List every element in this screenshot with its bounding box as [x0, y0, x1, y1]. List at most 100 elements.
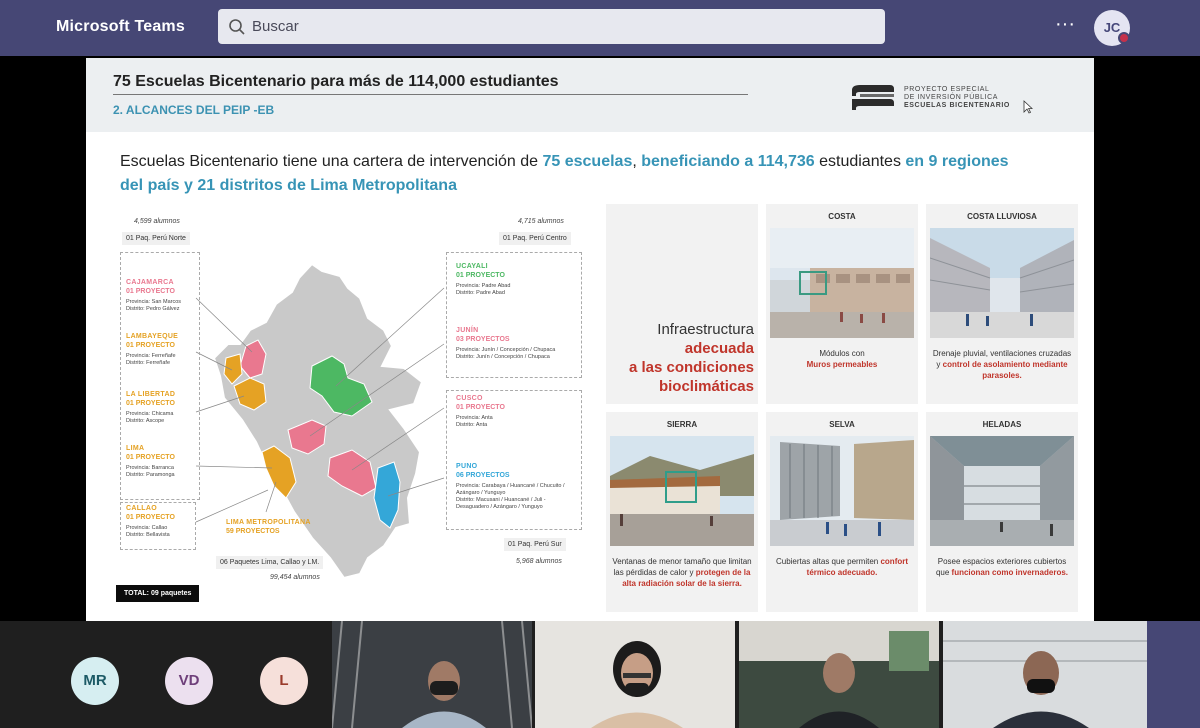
climate-cell-costa: COSTA Módulos con Muros permeables [766, 204, 918, 404]
school-photo-sierra [610, 436, 754, 546]
region-name: CUSCO [456, 395, 483, 402]
region-province: Provincia: Anta [456, 415, 493, 421]
region-district: Distrito: Anta [456, 422, 488, 428]
slide-title: 75 Escuelas Bicentenario para más de 114… [113, 73, 559, 90]
region-info-cajamarca: CAJAMARCA 01 PROYECTO Provincia: San Mar… [126, 278, 181, 313]
climate-grid: Infraestructura adecuada a las condicion… [606, 204, 1078, 614]
region-province: Provincia: Callao [126, 525, 168, 531]
logo-line: DE INVERSIÓN PÚBLICA [904, 94, 999, 101]
caption-text: Módulos con [819, 349, 865, 358]
climate-title: SELVA [829, 420, 855, 429]
region-projects: 01 PROYECTO [126, 514, 175, 521]
participant-avatar[interactable]: MR [71, 657, 119, 705]
region-province: Provincia: Padre Abad [456, 283, 511, 289]
app-title: Microsoft Teams [56, 18, 185, 35]
presentation-slide: 75 Escuelas Bicentenario para más de 114… [86, 58, 1094, 621]
participant-avatar[interactable]: VD [165, 657, 213, 705]
lead-text: Escuelas Bicentenario tiene una cartera … [120, 153, 543, 170]
participant-initials: L [279, 672, 289, 689]
region-district: Distrito: Padre Abad [456, 290, 505, 296]
participant-video-tile[interactable] [535, 621, 735, 728]
climate-title: HELADAS [982, 420, 1022, 429]
side-panel-edge [1147, 621, 1200, 728]
search-box[interactable] [218, 9, 885, 44]
region-district: Distrito: Macusani / Huancané / Juli - D… [456, 497, 546, 510]
participant-video-tile[interactable] [739, 621, 939, 728]
region-name: JUNÍN [456, 327, 479, 334]
connector-line [195, 297, 253, 353]
infrastructure-cell: Infraestructura adecuada a las condicion… [606, 204, 758, 404]
connector-line [195, 465, 273, 469]
region-info-ucayali: UCAYALI 01 PROYECTO Provincia: Padre Aba… [456, 262, 510, 297]
participant-video-tile[interactable] [943, 621, 1147, 728]
region-projects: 01 PROYECTO [126, 400, 175, 407]
shared-content-stage: 75 Escuelas Bicentenario para más de 114… [0, 56, 1200, 621]
region-info-callao: CALLAO 01 PROYECTO Provincia: Callao Dis… [126, 504, 175, 539]
slide-header: 75 Escuelas Bicentenario para más de 114… [86, 58, 1094, 132]
info-line: bioclimáticas [658, 378, 754, 395]
info-line: adecuada [684, 340, 754, 357]
slide-subtitle: 2. ALCANCES DEL PEIP -EB [113, 103, 275, 117]
climate-title: SIERRA [666, 420, 698, 429]
region-province: Provincia: Junín / Concepción / Chupaca [456, 347, 556, 353]
caption-highlight: Muros permeables [806, 360, 878, 369]
slide-lead-text: Escuelas Bicentenario tiene una cartera … [120, 150, 1030, 198]
participant-video-tile[interactable] [332, 621, 532, 728]
participant-avatar[interactable]: L [260, 657, 308, 705]
region-district: Distrito: Junín / Concepción / Chupaca [456, 354, 550, 360]
participant-initials: MR [83, 672, 107, 689]
climate-caption: Posee espacios exteriores cubiertos que … [932, 556, 1072, 578]
region-name: PUNO [456, 463, 478, 470]
search-icon [229, 19, 245, 35]
climate-caption: Módulos con Muros permeables [772, 348, 912, 370]
lead-highlight: 75 escuelas [542, 153, 633, 170]
region-name: UCAYALI [456, 263, 488, 270]
region-district: Distrito: Bellavista [126, 532, 170, 538]
school-photo-costa [770, 228, 914, 338]
region-province: Provincia: Ferreñafe [126, 353, 176, 359]
package-alumnos: 4,715 alumnos [518, 218, 564, 225]
climate-caption: Cubiertas altas que permiten confort tér… [772, 556, 912, 578]
package-alumnos: 4,599 alumnos [134, 218, 180, 225]
caption-text: Cubiertas altas que permiten [775, 557, 881, 566]
package-alumnos: 99,454 alumnos [270, 574, 320, 581]
caption-highlight: control de asolamiento mediante parasole… [942, 360, 1068, 380]
region-info-la-libertad: LA LIBERTAD 01 PROYECTO Provincia: Chica… [126, 390, 175, 425]
climate-cell-costa-lluviosa: COSTA LLUVIOSA Drenaje pluvial, ventilac… [926, 204, 1078, 404]
package-label: 01 Paq. Perú Sur [504, 538, 566, 551]
region-name: LIMA [126, 445, 145, 452]
climate-cell-selva: SELVA Cubiertas altas que permiten confo… [766, 412, 918, 612]
participant-initials: VD [178, 672, 200, 689]
region-info-cusco: CUSCO 01 PROYECTO Provincia: Anta Distri… [456, 394, 505, 429]
region-projects: 06 PROYECTOS [456, 472, 510, 479]
region-projects: 01 PROYECTO [456, 272, 505, 279]
climate-title: COSTA [828, 212, 856, 221]
lead-text: , [632, 153, 642, 170]
climate-caption: Drenaje pluvial, ventilaciones cruzadas … [932, 348, 1072, 381]
school-photo-costa-lluviosa [930, 228, 1074, 338]
climate-cell-heladas: HELADAS Posee espacios exteriores cubier… [926, 412, 1078, 612]
region-name: LAMBAYEQUE [126, 333, 179, 340]
search-input[interactable] [252, 9, 872, 44]
more-options-button[interactable]: ··· [1050, 12, 1080, 40]
caption-highlight: funcionan como invernaderos. [951, 568, 1069, 577]
participants-strip: MR VD L [0, 621, 1200, 728]
region-province: Provincia: Carabaya / Huancané / Chucuit… [456, 483, 565, 496]
climate-title: COSTA LLUVIOSA [967, 212, 1037, 221]
logo-wordmark: PROYECTO ESPECIAL DE INVERSIÓN PÚBLICA E… [904, 86, 1010, 110]
escuelas-bicentenario-logo-icon [852, 85, 894, 110]
mouse-cursor-icon [1023, 100, 1033, 114]
climate-caption: Ventanas de menor tamaño que limitan las… [612, 556, 752, 589]
region-name: CAJAMARCA [126, 279, 174, 286]
package-label: 01 Paq. Perú Centro [499, 232, 571, 245]
peru-map-panel: 4,599 alumnos 01 Paq. Perú Norte 4,715 a… [116, 206, 586, 616]
school-photo-selva [770, 436, 914, 546]
region-province: Provincia: Chicama [126, 411, 174, 417]
region-projects: 01 PROYECTO [126, 342, 175, 349]
package-label: 01 Paq. Perú Norte [122, 232, 190, 245]
climate-cell-sierra: SIERRA Ventanas de menor tamaño que limi… [606, 412, 758, 612]
region-info-junin: JUNÍN 03 PROYECTOS Provincia: Junín / Co… [456, 326, 580, 361]
region-projects: 01 PROYECTO [456, 404, 505, 411]
region-projects: 59 PROYECTOS [226, 528, 280, 535]
region-name: LA LIBERTAD [126, 391, 176, 398]
